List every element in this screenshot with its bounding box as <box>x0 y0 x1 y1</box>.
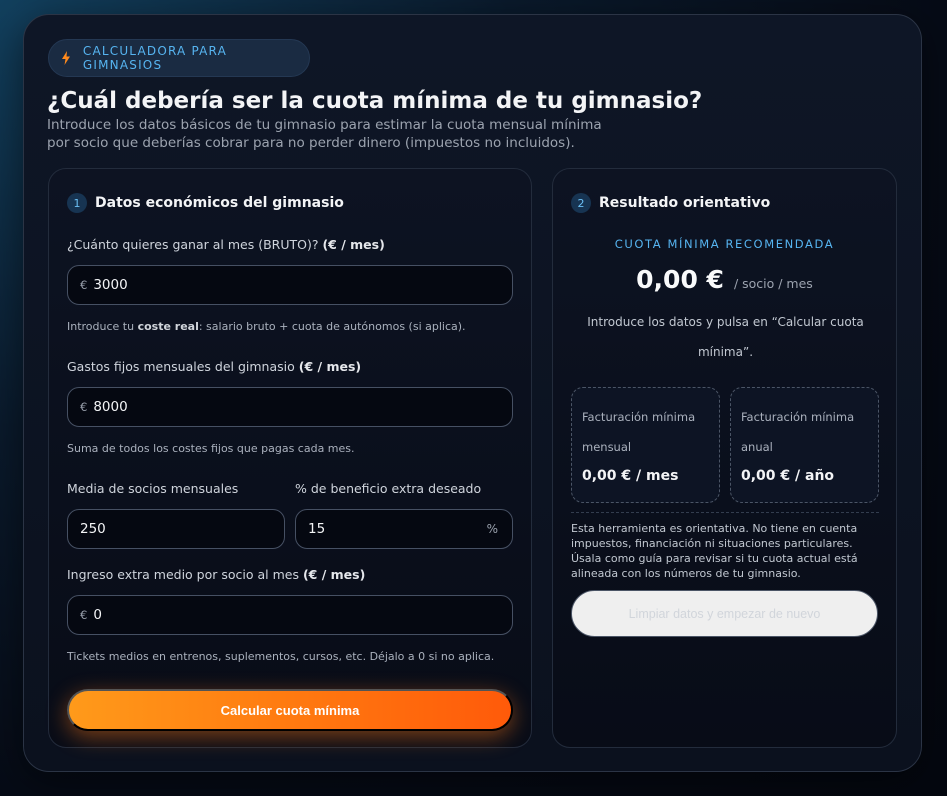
monthly-revenue-label: Facturación mínima mensual <box>582 410 696 454</box>
salary-input[interactable]: € 3000 <box>67 265 513 305</box>
extra-income-value: 0 <box>93 607 102 623</box>
profit-input[interactable]: 15 % <box>295 509 513 549</box>
lightning-bolt-icon <box>61 50 73 66</box>
economic-data-card: 1 Datos económicos del gimnasio ¿Cuánto … <box>48 168 532 748</box>
result-unit: / socio / mes <box>733 276 813 291</box>
fixed-costs-value: 8000 <box>93 399 128 415</box>
reset-button[interactable]: Limpiar datos y empezar de nuevo <box>571 590 878 637</box>
page-subtitle: Introduce los datos básicos de tu gimnas… <box>47 117 602 151</box>
step-header-2: 2 Resultado orientativo <box>571 193 770 213</box>
extra-income-help: Tickets medios en entrenos, suplementos,… <box>67 650 495 663</box>
monthly-revenue-value: 0,00 € / mes <box>582 468 679 484</box>
euro-prefix: € <box>80 400 88 414</box>
step-number: 1 <box>67 193 87 213</box>
extra-income-label: Ingreso extra medio por socio al mes (€ … <box>67 567 366 582</box>
step-number: 2 <box>571 193 591 213</box>
annual-revenue-value: 0,00 € / año <box>741 468 835 484</box>
monthly-revenue-box: Facturación mínima mensual 0,00 € / mes <box>571 387 720 503</box>
result-note: Introduce los datos y pulsa en “Calcular… <box>587 315 864 359</box>
calculate-button[interactable]: Calcular cuota mínima <box>67 689 513 731</box>
step-title: Datos económicos del gimnasio <box>95 195 344 211</box>
salary-value: 3000 <box>93 277 128 293</box>
result-kicker: CUOTA MÍNIMA RECOMENDADA <box>614 237 835 251</box>
profit-label: % de beneficio extra deseado <box>295 481 482 496</box>
result-amount: 0,00 € <box>636 265 724 294</box>
fixed-costs-input[interactable]: € 8000 <box>67 387 513 427</box>
percent-suffix: % <box>486 522 498 536</box>
euro-prefix: € <box>80 608 88 622</box>
members-value: 250 <box>80 521 106 537</box>
disclaimer-text: Esta herramienta es orientativa. No tien… <box>571 522 858 580</box>
result-card: 2 Resultado orientativo CUOTA MÍNIMA REC… <box>552 168 897 748</box>
result-value: 0,00 € / socio / mes <box>553 265 896 294</box>
salary-help: Introduce tu coste real: salario bruto +… <box>67 320 466 333</box>
members-input[interactable]: 250 <box>67 509 285 549</box>
calculator-badge: CALCULADORA PARA GIMNASIOS <box>48 39 310 77</box>
step-header-1: 1 Datos económicos del gimnasio <box>67 193 344 213</box>
extra-income-input[interactable]: € 0 <box>67 595 513 635</box>
annual-revenue-box: Facturación mínima anual 0,00 € / año <box>730 387 879 503</box>
members-label: Media de socios mensuales <box>67 481 239 496</box>
divider <box>571 512 879 513</box>
page-title: ¿Cuál debería ser la cuota mínima de tu … <box>47 88 703 114</box>
badge-label: CALCULADORA PARA GIMNASIOS <box>82 44 227 72</box>
annual-revenue-label: Facturación mínima anual <box>741 410 855 454</box>
salary-label: ¿Cuánto quieres ganar al mes (BRUTO)? (€… <box>67 237 385 252</box>
profit-value: 15 <box>308 521 326 537</box>
fixed-costs-help: Suma de todos los costes fijos que pagas… <box>67 442 355 455</box>
step-title: Resultado orientativo <box>599 195 771 211</box>
fixed-costs-label: Gastos fijos mensuales del gimnasio (€ /… <box>67 359 362 374</box>
euro-prefix: € <box>80 278 88 292</box>
